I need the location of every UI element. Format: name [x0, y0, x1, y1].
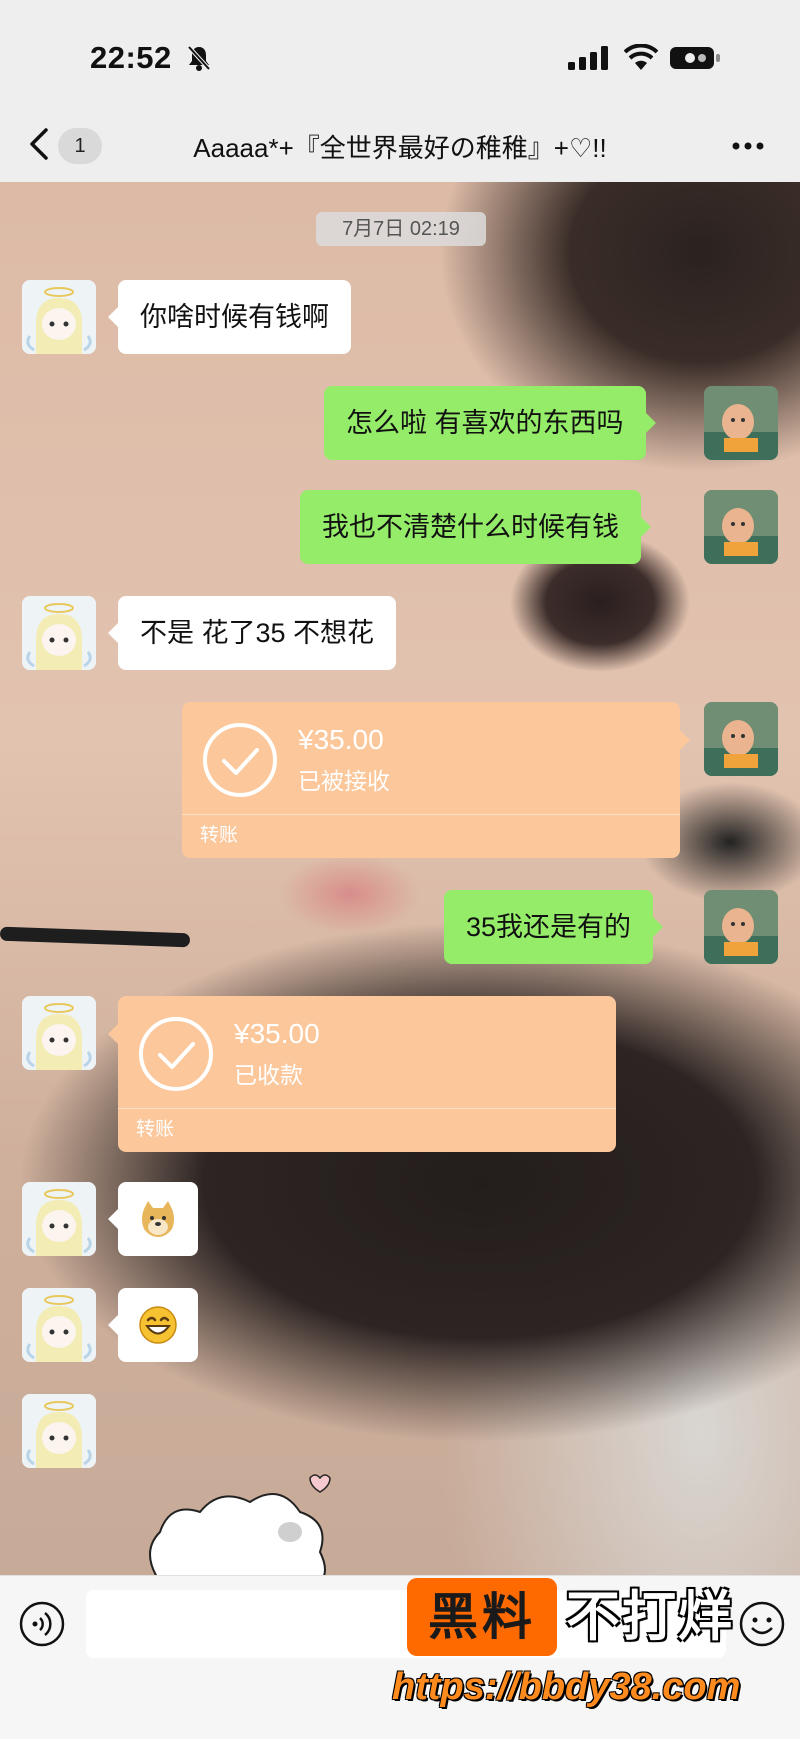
voice-icon[interactable] — [18, 1600, 66, 1648]
cloud-sticker-icon — [149, 1474, 331, 1575]
avatar-self[interactable] — [704, 386, 778, 460]
transfer-divider — [182, 814, 680, 815]
angel-avatar-icon — [22, 280, 96, 354]
baby-avatar-icon — [704, 490, 778, 564]
signal-icon — [568, 46, 608, 70]
avatar-contact[interactable] — [22, 1182, 96, 1256]
avatar-contact[interactable] — [22, 596, 96, 670]
message-bubble-incoming[interactable]: 你啥时候有钱啊 — [108, 280, 351, 354]
status-time: 22:52 — [90, 40, 172, 75]
chat-timestamp: 7月7日 02:19 — [316, 212, 486, 246]
transfer-label: 转账 — [200, 825, 239, 846]
chat-area[interactable]: 7月7日 02:19 你啥时候有钱啊 怎么啦 有喜欢的东西吗 我也不清楚什么时候… — [0, 182, 800, 1575]
avatar-self[interactable] — [704, 490, 778, 564]
baby-avatar-icon — [704, 386, 778, 460]
message-bubble-outgoing[interactable]: 35我还是有的 — [444, 890, 664, 964]
doge-emoji-icon — [142, 1201, 174, 1237]
angel-avatar-icon — [22, 1394, 96, 1468]
wifi-icon — [624, 44, 658, 70]
message-bubble-incoming[interactable]: 不是 花了35 不想花 — [107, 596, 397, 670]
bell-off-icon — [187, 45, 211, 71]
check-circle-icon — [139, 1017, 213, 1091]
baby-avatar-icon — [704, 702, 778, 776]
angel-avatar-icon — [22, 996, 96, 1070]
avatar-contact[interactable] — [22, 996, 96, 1070]
avatar-self[interactable] — [704, 702, 778, 776]
transfer-card-incoming[interactable]: ¥35.00 已收款 转账 — [108, 996, 616, 1152]
avatar-self[interactable] — [704, 890, 778, 964]
angel-avatar-icon — [22, 1182, 96, 1256]
chat-header: 1 Aaaaa*+『全世界最好の稚稚』+♡!! — [0, 110, 800, 182]
watermark-logo-box: 黑料 — [407, 1578, 557, 1656]
transfer-amount: ¥35.00 — [234, 1018, 320, 1049]
chat-title: Aaaaa*+『全世界最好の稚稚』+♡!! — [193, 133, 607, 163]
battery-icon — [670, 47, 720, 69]
watermark-url: https://bbdy38.com — [392, 1666, 741, 1708]
transfer-amount: ¥35.00 — [298, 724, 384, 755]
watermark-text: 不打烊 — [566, 1587, 734, 1647]
avatar-contact[interactable] — [22, 280, 96, 354]
check-circle-icon — [203, 723, 277, 797]
message-bubble-outgoing[interactable]: 怎么啦 有喜欢的东西吗 — [324, 386, 656, 460]
transfer-card-outgoing[interactable]: ¥35.00 已被接收 转账 — [182, 702, 690, 858]
sticker-message[interactable] — [108, 1288, 198, 1362]
unread-count-badge[interactable]: 1 — [58, 128, 102, 164]
more-dots-icon[interactable] — [726, 128, 770, 164]
angel-avatar-icon — [22, 1288, 96, 1362]
sticker-message[interactable] — [108, 1182, 198, 1256]
transfer-label: 转账 — [136, 1119, 175, 1140]
transfer-divider — [118, 1108, 616, 1109]
status-bar: 22:52 — [0, 0, 800, 110]
angel-avatar-icon — [22, 596, 96, 670]
avatar-contact[interactable] — [22, 1288, 96, 1362]
avatar-contact[interactable] — [22, 1394, 96, 1468]
transfer-status: 已被接收 — [298, 768, 390, 794]
chevron-left-icon[interactable] — [24, 124, 54, 164]
message-bubble-outgoing[interactable]: 我也不清楚什么时候有钱 — [300, 490, 651, 564]
transfer-status: 已收款 — [234, 1062, 303, 1088]
grin-emoji-icon — [139, 1306, 177, 1344]
background-photo-detail — [0, 926, 191, 948]
baby-avatar-icon — [704, 890, 778, 964]
emoji-icon[interactable] — [738, 1600, 786, 1648]
